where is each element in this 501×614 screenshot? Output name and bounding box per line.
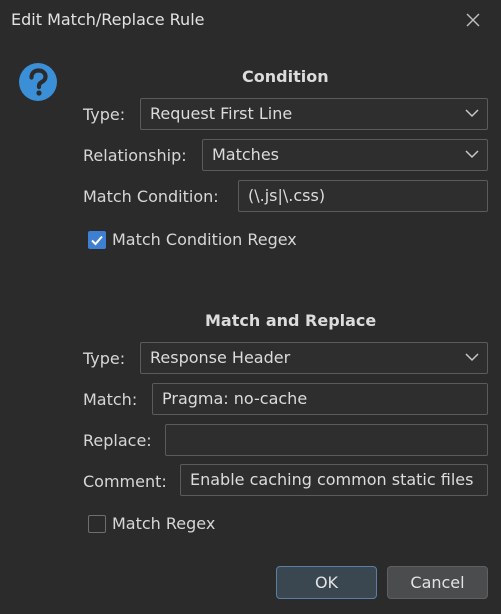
comment-label: Comment:: [83, 472, 167, 491]
match-condition-label: Match Condition:: [83, 187, 219, 206]
chevron-down-icon: [465, 109, 479, 118]
match-condition-regex-label[interactable]: Match Condition Regex: [112, 230, 297, 249]
cancel-button[interactable]: Cancel: [387, 566, 488, 599]
close-icon[interactable]: [463, 10, 483, 30]
relationship-value: Matches: [212, 145, 279, 164]
relationship-label: Relationship:: [83, 146, 187, 165]
replace-input[interactable]: [165, 424, 488, 456]
dialog-title: Edit Match/Replace Rule: [11, 10, 205, 29]
replace-label: Replace:: [83, 431, 152, 450]
ok-button[interactable]: OK: [276, 566, 377, 599]
condition-type-label: Type:: [83, 105, 126, 124]
match-regex-checkbox[interactable]: [88, 515, 106, 533]
match-condition-input[interactable]: (\.js|\.css): [238, 180, 488, 212]
match-regex-label[interactable]: Match Regex: [112, 514, 215, 533]
match-condition-regex-checkbox[interactable]: [88, 231, 106, 249]
match-input[interactable]: Pragma: no-cache: [152, 383, 488, 415]
replace-type-label: Type:: [83, 349, 126, 368]
replace-type-value: Response Header: [150, 348, 291, 367]
condition-type-value: Request First Line: [150, 104, 293, 123]
replace-type-select[interactable]: Response Header: [140, 342, 488, 374]
help-icon: [19, 63, 57, 101]
condition-type-select[interactable]: Request First Line: [140, 98, 488, 130]
checkmark-icon: [91, 235, 103, 246]
condition-heading: Condition: [242, 67, 329, 86]
chevron-down-icon: [465, 150, 479, 159]
chevron-down-icon: [465, 353, 479, 362]
match-label: Match:: [83, 390, 138, 409]
edit-match-replace-dialog: Edit Match/Replace Rule Condition Type: …: [0, 0, 501, 614]
match-replace-heading: Match and Replace: [205, 311, 377, 330]
comment-input[interactable]: Enable caching common static files: [180, 464, 488, 496]
relationship-select[interactable]: Matches: [202, 139, 488, 171]
